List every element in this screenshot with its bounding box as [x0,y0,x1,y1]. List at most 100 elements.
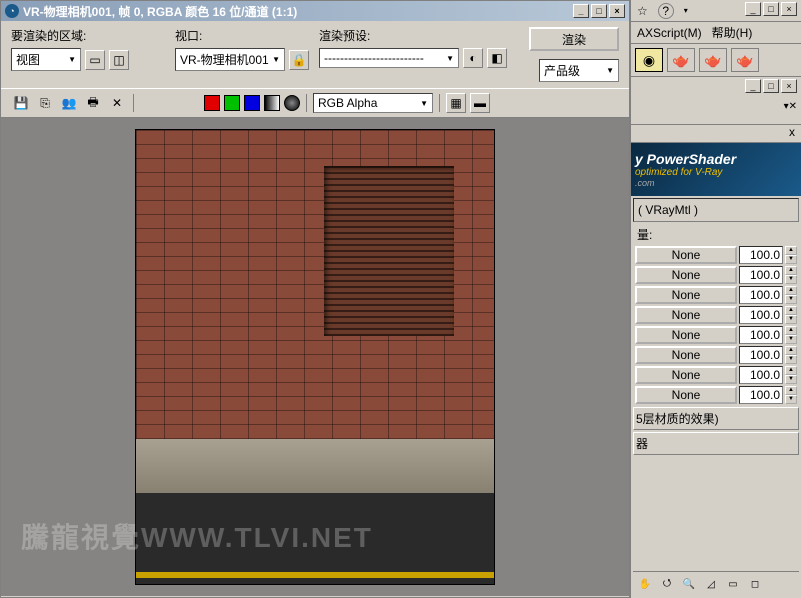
spin-down-icon[interactable]: ▼ [785,295,797,304]
map-slot-button[interactable]: None [635,306,737,324]
section-qi[interactable]: 器 [633,432,799,455]
rollout-arrow-icon[interactable]: ▾✕ [784,101,797,112]
sample-teapot1-icon[interactable]: 🫖 [667,48,695,72]
map-amount-spinner[interactable]: 100.0 [739,346,783,364]
map-slot-row: None100.0▲▼ [631,345,801,365]
map-slot-button[interactable]: None [635,346,737,364]
spin-up-icon[interactable]: ▲ [785,286,797,295]
spin-down-icon[interactable]: ▼ [785,335,797,344]
panel-close-button[interactable]: × [781,79,797,93]
preset-option-b-icon[interactable]: ◧ [487,48,507,68]
map-slot-button[interactable]: None [635,326,737,344]
panel-min-button[interactable]: _ [745,79,761,93]
sample-teapot2-icon[interactable]: 🫖 [699,48,727,72]
map-amount-spinner[interactable]: 100.0 [739,366,783,384]
region-select-rect-icon[interactable]: ▭ [85,50,105,70]
map-slot-button[interactable]: None [635,286,737,304]
close-x-icon[interactable]: x [631,125,801,143]
render-frame-window: ◔ VR-物理相机001, 帧 0, RGBA 颜色 16 位/通道 (1:1)… [0,0,630,598]
map-amount-spinner[interactable]: 100.0 [739,326,783,344]
viewport-nav-tools: ✋ ⭯ 🔍 ◿ ▭ ◻ [633,571,799,596]
map-slot-button[interactable]: None [635,366,737,384]
nav-max-icon[interactable]: ◻ [745,574,765,594]
preset-value: ------------------------- [324,51,424,65]
star-icon[interactable]: ☆ [637,4,648,18]
spin-up-icon[interactable]: ▲ [785,366,797,375]
map-slot-row: None100.0▲▼ [631,325,801,345]
print-icon[interactable]: 🖶 [83,93,103,113]
minimize-button[interactable]: _ [573,4,589,18]
app-minimize-button[interactable]: _ [745,2,761,16]
spin-down-icon[interactable]: ▼ [785,275,797,284]
area-combo[interactable]: 视图▼ [11,48,81,71]
channel-green-icon[interactable] [224,95,240,111]
map-slot-button[interactable]: None [635,386,737,404]
spin-down-icon[interactable]: ▼ [785,355,797,364]
map-slot-button[interactable]: None [635,266,737,284]
spin-up-icon[interactable]: ▲ [785,246,797,255]
map-slot-button[interactable]: None [635,246,737,264]
close-button[interactable]: × [609,4,625,18]
help-menu[interactable]: 帮助(H) [712,24,753,41]
panel-max-button[interactable]: □ [763,79,779,93]
map-amount-spinner[interactable]: 100.0 [739,266,783,284]
map-amount-spinner[interactable]: 100.0 [739,246,783,264]
section-layer-effect[interactable]: 5层材质的效果) [633,407,799,430]
map-slot-row: None100.0▲▼ [631,385,801,405]
preset-combo[interactable]: -------------------------▼ [319,48,459,68]
spin-up-icon[interactable]: ▲ [785,386,797,395]
sample-sphere-icon[interactable]: ◉ [635,48,663,72]
spin-down-icon[interactable]: ▼ [785,375,797,384]
spin-up-icon[interactable]: ▲ [785,306,797,315]
spin-down-icon[interactable]: ▼ [785,395,797,404]
map-amount-spinner[interactable]: 100.0 [739,286,783,304]
section1-label: 5层材质的效果) [636,412,719,426]
viewport-combo[interactable]: VR-物理相机001▼ [175,48,285,71]
spin-up-icon[interactable]: ▲ [785,266,797,275]
channel-red-icon[interactable] [204,95,220,111]
toggle-ui-icon[interactable]: ▬ [470,93,490,113]
channel-combo[interactable]: RGB Alpha▼ [313,93,433,113]
copy-icon[interactable]: ⎘ [35,93,55,113]
save-icon[interactable]: 💾 [11,93,31,113]
clone-icon[interactable]: 👥 [59,93,79,113]
viewport-label: 视口: [175,27,315,44]
map-amount-spinner[interactable]: 100.0 [739,386,783,404]
render-viewport[interactable]: 騰龍視覺WWW.TLVI.NET [1,118,629,596]
app-close-button[interactable]: × [781,2,797,16]
powershader-sub2: .com [635,178,797,188]
maxscript-menu[interactable]: AXScript(M) [637,26,702,40]
clear-icon[interactable]: ✕ [107,93,127,113]
nav-region-icon[interactable]: ▭ [723,574,743,594]
preset-label: 渲染预设: [319,27,519,44]
toggle-overlay-icon[interactable]: ▦ [446,93,466,113]
sample-teapot3-icon[interactable]: 🫖 [731,48,759,72]
material-name-field[interactable]: ( VRayMtl ) [633,198,799,222]
help-icon[interactable]: ? [658,3,674,19]
channel-mono-icon[interactable] [264,95,280,111]
spin-down-icon[interactable]: ▼ [785,315,797,324]
map-amount-spinner[interactable]: 100.0 [739,306,783,324]
spin-up-icon[interactable]: ▲ [785,326,797,335]
spin-down-icon[interactable]: ▼ [785,255,797,264]
preset-option-a-icon[interactable]: ◐ [463,48,483,68]
powershader-banner: y PowerShader optimized for V-Ray .com [631,143,801,196]
nav-zoom-icon[interactable]: 🔍 [679,574,699,594]
region-auto-icon[interactable]: ◫ [109,50,129,70]
render-toolbar: 💾 ⎘ 👥 🖶 ✕ RGB Alpha▼ ▦ ▬ [1,88,629,118]
channel-alpha-icon[interactable] [284,95,300,111]
material-editor-panel: ☆ ? ▾ _ □ × AXScript(M) 帮助(H) ◉ 🫖 🫖 🫖 _ … [630,0,801,598]
app-restore-button[interactable]: □ [763,2,779,16]
render-button[interactable]: 渲染 [529,27,619,51]
window-title: VR-物理相机001, 帧 0, RGBA 颜色 16 位/通道 (1:1) [23,3,297,20]
production-combo[interactable]: 产品级▼ [539,59,619,82]
channel-blue-icon[interactable] [244,95,260,111]
spin-up-icon[interactable]: ▲ [785,346,797,355]
map-slots-list: None100.0▲▼None100.0▲▼None100.0▲▼None100… [631,245,801,405]
lock-viewport-icon[interactable]: 🔒 [289,50,309,70]
nav-pan-icon[interactable]: ✋ [635,574,655,594]
maximize-button[interactable]: □ [591,4,607,18]
title-bar[interactable]: ◔ VR-物理相机001, 帧 0, RGBA 颜色 16 位/通道 (1:1)… [1,1,629,21]
nav-fov-icon[interactable]: ◿ [701,574,721,594]
nav-orbit-icon[interactable]: ⭯ [657,574,677,594]
